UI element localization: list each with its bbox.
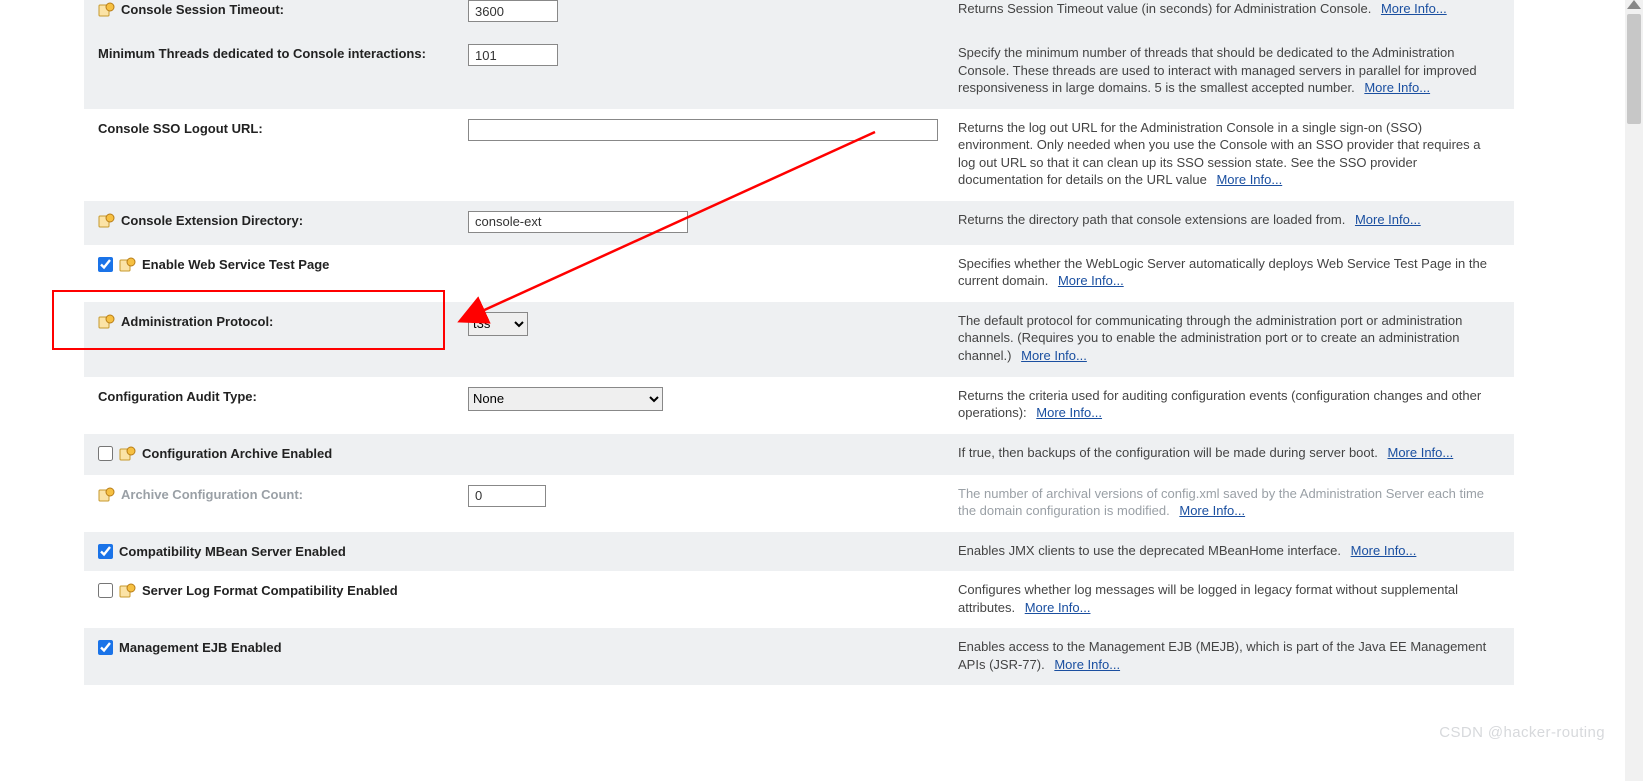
label: Enable Web Service Test Page: [142, 257, 329, 272]
more-info-link[interactable]: More Info...: [1216, 172, 1282, 187]
compat-mbean-checkbox[interactable]: [98, 544, 113, 559]
input-cell: [468, 485, 958, 507]
restart-required-icon: [119, 446, 136, 463]
archive-enabled-checkbox[interactable]: [98, 446, 113, 461]
label: Server Log Format Compatibility Enabled: [142, 583, 398, 598]
row-log-compat: Server Log Format Compatibility Enabled …: [84, 571, 1514, 628]
description: Enables access to the Management EJB (ME…: [958, 638, 1500, 673]
row-compat-mbean: Compatibility MBean Server Enabled Enabl…: [84, 532, 1514, 572]
label: Console Session Timeout:: [121, 2, 284, 17]
more-info-link[interactable]: More Info...: [1058, 273, 1124, 288]
label-group: Administration Protocol:: [98, 312, 468, 331]
label-group: Configuration Audit Type:: [98, 387, 468, 404]
restart-required-icon: [98, 2, 115, 19]
label-group: Console Extension Directory:: [98, 211, 468, 230]
restart-required-icon: [119, 257, 136, 274]
label: Archive Configuration Count:: [121, 487, 303, 502]
admin-proto-select[interactable]: t3s: [468, 312, 528, 336]
row-ext-dir: Console Extension Directory: Returns the…: [84, 201, 1514, 245]
audit-type-select[interactable]: None: [468, 387, 663, 411]
label-group: Management EJB Enabled: [98, 638, 468, 655]
row-mgmt-ejb: Management EJB Enabled Enables access to…: [84, 628, 1514, 685]
label: Compatibility MBean Server Enabled: [119, 544, 346, 559]
row-web-test: Enable Web Service Test Page Specifies w…: [84, 245, 1514, 302]
description: Returns the criteria used for auditing c…: [958, 387, 1500, 422]
row-admin-proto: Administration Protocol: t3s The default…: [84, 302, 1514, 377]
session-timeout-input[interactable]: [468, 0, 558, 22]
input-cell: [468, 119, 958, 141]
input-cell: [468, 211, 958, 233]
row-session-timeout: Console Session Timeout: Returns Session…: [84, 0, 1514, 34]
web-test-checkbox[interactable]: [98, 257, 113, 272]
input-cell: None: [468, 387, 958, 411]
label-group: Server Log Format Compatibility Enabled: [98, 581, 468, 600]
input-cell: [468, 44, 958, 66]
more-info-link[interactable]: More Info...: [1179, 503, 1245, 518]
more-info-link[interactable]: More Info...: [1355, 212, 1421, 227]
more-info-link[interactable]: More Info...: [1054, 657, 1120, 672]
label: Console Extension Directory:: [121, 213, 303, 228]
archive-count-input[interactable]: [468, 485, 546, 507]
label-group: Console Session Timeout:: [98, 0, 468, 19]
restart-required-icon: [98, 487, 115, 504]
sso-logout-input[interactable]: [468, 119, 938, 141]
description: Specifies whether the WebLogic Server au…: [958, 255, 1500, 290]
description: Configures whether log messages will be …: [958, 581, 1500, 616]
description: If true, then backups of the configurati…: [958, 444, 1500, 462]
label: Administration Protocol:: [121, 314, 273, 329]
more-info-link[interactable]: More Info...: [1381, 1, 1447, 16]
scrollbar-thumb[interactable]: [1627, 14, 1641, 124]
label: Minimum Threads dedicated to Console int…: [98, 46, 426, 61]
input-cell: [468, 0, 958, 22]
input-cell: t3s: [468, 312, 958, 336]
description: Enables JMX clients to use the deprecate…: [958, 542, 1500, 560]
description: The number of archival versions of confi…: [958, 485, 1500, 520]
more-info-link[interactable]: More Info...: [1387, 445, 1453, 460]
description: Specify the minimum number of threads th…: [958, 44, 1500, 97]
row-archive-enabled: Configuration Archive Enabled If true, t…: [84, 434, 1514, 475]
label: Management EJB Enabled: [119, 640, 282, 655]
label-group: Minimum Threads dedicated to Console int…: [98, 44, 468, 61]
label-group: Archive Configuration Count:: [98, 485, 468, 504]
description: Returns the directory path that console …: [958, 211, 1500, 229]
vertical-scrollbar[interactable]: [1625, 0, 1643, 781]
log-compat-checkbox[interactable]: [98, 583, 113, 598]
label: Configuration Audit Type:: [98, 389, 257, 404]
label-group: Configuration Archive Enabled: [98, 444, 468, 463]
min-threads-input[interactable]: [468, 44, 558, 66]
more-info-link[interactable]: More Info...: [1036, 405, 1102, 420]
mgmt-ejb-checkbox[interactable]: [98, 640, 113, 655]
row-archive-count: Archive Configuration Count: The number …: [84, 475, 1514, 532]
label-group: Enable Web Service Test Page: [98, 255, 468, 274]
row-min-threads: Minimum Threads dedicated to Console int…: [84, 34, 1514, 109]
label: Console SSO Logout URL:: [98, 121, 263, 136]
description: The default protocol for communicating t…: [958, 312, 1500, 365]
restart-required-icon: [98, 213, 115, 230]
restart-required-icon: [119, 583, 136, 600]
row-audit-type: Configuration Audit Type: None Returns t…: [84, 377, 1514, 434]
more-info-link[interactable]: More Info...: [1351, 543, 1417, 558]
restart-required-icon: [98, 314, 115, 331]
description: Returns the log out URL for the Administ…: [958, 119, 1500, 189]
description: Returns Session Timeout value (in second…: [958, 0, 1500, 18]
label: Configuration Archive Enabled: [142, 446, 332, 461]
label-group: Compatibility MBean Server Enabled: [98, 542, 468, 559]
label-group: Console SSO Logout URL:: [98, 119, 468, 136]
more-info-link[interactable]: More Info...: [1364, 80, 1430, 95]
settings-table: Console Session Timeout: Returns Session…: [84, 0, 1514, 685]
row-sso-logout: Console SSO Logout URL: Returns the log …: [84, 109, 1514, 201]
ext-dir-input[interactable]: [468, 211, 688, 233]
more-info-link[interactable]: More Info...: [1025, 600, 1091, 615]
watermark: CSDN @hacker-routing: [1439, 724, 1605, 741]
more-info-link[interactable]: More Info...: [1021, 348, 1087, 363]
config-page: Console Session Timeout: Returns Session…: [0, 0, 1643, 781]
